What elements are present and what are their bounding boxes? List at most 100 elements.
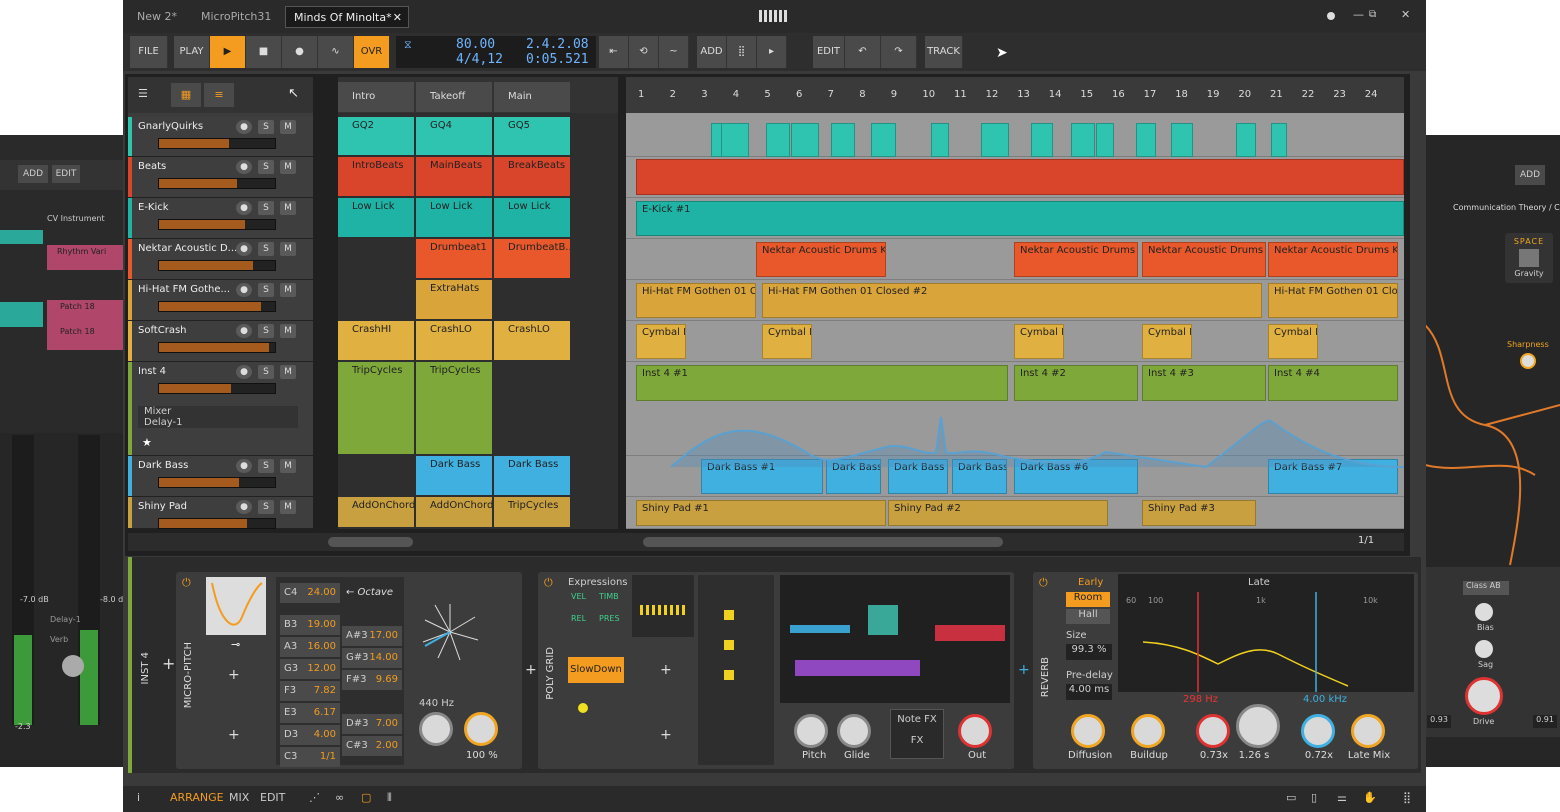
launcher-clip[interactable]: ExtraHats — [416, 280, 492, 319]
arrange-clip[interactable]: Cymbal L — [762, 324, 812, 359]
ovr-button[interactable]: OVR — [354, 36, 390, 68]
add-button[interactable]: ADD — [697, 36, 727, 68]
device-view-icon[interactable]: ▢ — [361, 791, 371, 804]
volume-fader[interactable] — [158, 178, 276, 189]
mixer-view-icon[interactable]: ⦀ — [387, 791, 392, 805]
gravity-slider[interactable] — [1519, 249, 1539, 267]
automation-curve[interactable] — [626, 407, 1404, 477]
mute-button[interactable]: M — [280, 324, 296, 338]
launcher-clip[interactable]: DrumbeatB... — [494, 239, 570, 278]
arrange-lane[interactable]: Nektar Acoustic Drums Kit Nektar Acoustic… — [626, 239, 1404, 280]
launcher-clip[interactable]: Drumbeat1 — [416, 239, 492, 278]
info-icon[interactable]: i — [137, 791, 140, 804]
step-sequencer[interactable] — [632, 575, 694, 637]
edit-button[interactable]: EDIT — [813, 36, 845, 68]
mute-button[interactable]: M — [280, 160, 296, 174]
groove-icon[interactable]: ~ — [659, 36, 689, 68]
pitch-cell[interactable]: C3 1/1 — [280, 747, 340, 767]
solo-button[interactable]: S — [258, 160, 274, 174]
add-device-icon[interactable]: + — [162, 654, 175, 673]
arrange-lane[interactable]: Shiny Pad #1 Shiny Pad #2 Shiny Pad #3 — [626, 497, 1404, 529]
hand-icon[interactable]: ✋ — [1363, 791, 1377, 804]
mix-tab[interactable]: MIX — [229, 791, 249, 804]
pitch-cell[interactable]: A#3 17.00 — [342, 626, 402, 646]
close-window-icon[interactable]: ✕ — [1401, 8, 1410, 21]
launcher-clip[interactable]: MainBeats — [416, 157, 492, 196]
add-device-icon[interactable]: + — [1018, 662, 1030, 678]
bias-knob[interactable] — [1475, 603, 1493, 621]
zoom-display[interactable]: 1/1 — [1358, 535, 1374, 546]
size-value[interactable]: 99.3 % — [1066, 644, 1112, 660]
sliders-icon[interactable]: ⚌ — [1337, 791, 1347, 804]
octave-label[interactable]: ← Octave — [346, 587, 393, 598]
close-icon[interactable]: ✕ — [393, 7, 402, 29]
position-value[interactable]: 2.4.2.08 — [526, 37, 589, 52]
pitch-cell[interactable]: C4 24.00 — [280, 583, 340, 603]
arrange-clip[interactable]: Shiny Pad #2 — [888, 500, 1108, 526]
launcher-clip[interactable]: GQ5 — [494, 117, 570, 155]
left-edit-button[interactable]: EDIT — [52, 165, 80, 183]
record-icon[interactable]: ● — [282, 36, 318, 68]
scene-main[interactable]: Main — [494, 82, 570, 112]
arrange-clip[interactable]: Shiny Pad #3 — [1142, 500, 1256, 526]
arrange-clip[interactable]: Shiny Pad #1 — [636, 500, 886, 526]
tab-micropitch31[interactable]: MicroPitch31 — [193, 6, 279, 28]
volume-fader[interactable] — [158, 219, 276, 230]
mod-arrow-icon[interactable]: ⊸ — [231, 638, 240, 651]
solo-button[interactable]: S — [258, 242, 274, 256]
arrange-clip[interactable]: E-Kick #1 — [636, 201, 1404, 236]
add-mod-icon[interactable]: + — [228, 667, 240, 683]
track-device-slot[interactable]: Mixer Delay-1 — [138, 406, 298, 428]
timeline-ruler[interactable]: 1 2 3 4 5 6 7 8 9 10 11 12 13 14 15 16 17 18 19 20 21 22 23 24 — [626, 77, 1404, 113]
hall-button[interactable]: Hall — [1066, 609, 1110, 624]
arrange-clip[interactable]: Nektar Acoustic Drums Ki — [1014, 242, 1138, 277]
arrange-lane[interactable] — [626, 117, 1404, 157]
arrange-lane[interactable] — [626, 157, 1404, 198]
arrange-clip[interactable]: Cymbal L — [636, 324, 686, 359]
pointer-tool-icon[interactable]: ↖ — [288, 86, 299, 101]
add-device-icon[interactable]: + — [525, 662, 537, 678]
solo-button[interactable]: S — [258, 500, 274, 514]
track-header[interactable]: Shiny Pad ● S M — [128, 497, 313, 529]
predelay-value[interactable]: 4.00 ms — [1066, 684, 1112, 700]
audio-clip[interactable] — [721, 123, 749, 157]
launcher-clip[interactable]: BreakBeats — [494, 157, 570, 196]
arrange-clip[interactable]: Hi-Hat FM Gothen 01 Clo — [636, 283, 756, 318]
grid-view-icon[interactable]: ▦ — [171, 83, 201, 107]
mute-button[interactable]: M — [280, 120, 296, 134]
track-name[interactable]: Hi-Hat FM Gothe... — [138, 284, 238, 295]
pitch-cell[interactable]: F#3 9.69 — [342, 670, 402, 690]
glide-knob[interactable] — [837, 714, 871, 748]
class-select[interactable]: Class AB — [1463, 581, 1509, 595]
add-mod-icon[interactable]: + — [660, 662, 672, 678]
arrange-lane[interactable]: Hi-Hat FM Gothen 01 Clo Hi-Hat FM Gothen … — [626, 280, 1404, 321]
power-icon[interactable]: ⏻ — [544, 576, 553, 590]
audio-clip[interactable] — [1071, 123, 1095, 157]
launcher-clip[interactable]: AddOnChord — [416, 497, 492, 527]
note-fx-box[interactable]: Note FX FX — [890, 709, 944, 759]
track-name[interactable]: SoftCrash — [138, 325, 238, 336]
solo-button[interactable]: S — [258, 120, 274, 134]
arrange-clip[interactable]: Inst 4 #2 — [1014, 365, 1138, 401]
scene-intro[interactable]: Intro — [338, 82, 414, 112]
out-knob[interactable] — [958, 714, 992, 748]
launcher-clip[interactable]: Dark Bass — [494, 456, 570, 495]
tuning-knob[interactable] — [419, 712, 453, 746]
arrange-clip[interactable]: Nektar Acoustic Drums Kit — [756, 242, 886, 277]
track-header[interactable]: Nektar Acoustic D... ● S M — [128, 239, 313, 280]
pitch-cell[interactable]: E3 6.17 — [280, 703, 340, 723]
pitch-cell[interactable]: B3 19.00 — [280, 615, 340, 635]
mute-button[interactable]: M — [280, 459, 296, 473]
keyboard-icon[interactable]: ⣿ — [727, 36, 757, 68]
track-header[interactable]: Inst 4 ● S M Mixer Delay-1 ★ — [128, 362, 313, 456]
piano-icon[interactable]: ⣿ — [1403, 791, 1411, 804]
note-grid-display[interactable] — [780, 575, 1010, 703]
pan-knob[interactable] — [62, 655, 84, 677]
redo-icon[interactable]: ↷ — [881, 36, 917, 68]
launcher-clip[interactable]: GQ4 — [416, 117, 492, 155]
tab-new-2[interactable]: New 2* — [129, 6, 185, 28]
launcher-clip[interactable]: CrashLO — [494, 321, 570, 360]
audio-clip[interactable] — [1031, 123, 1053, 157]
pitch-cell[interactable]: F3 7.82 — [280, 681, 340, 701]
arrange-clip[interactable]: Inst 4 #3 — [1142, 365, 1266, 401]
